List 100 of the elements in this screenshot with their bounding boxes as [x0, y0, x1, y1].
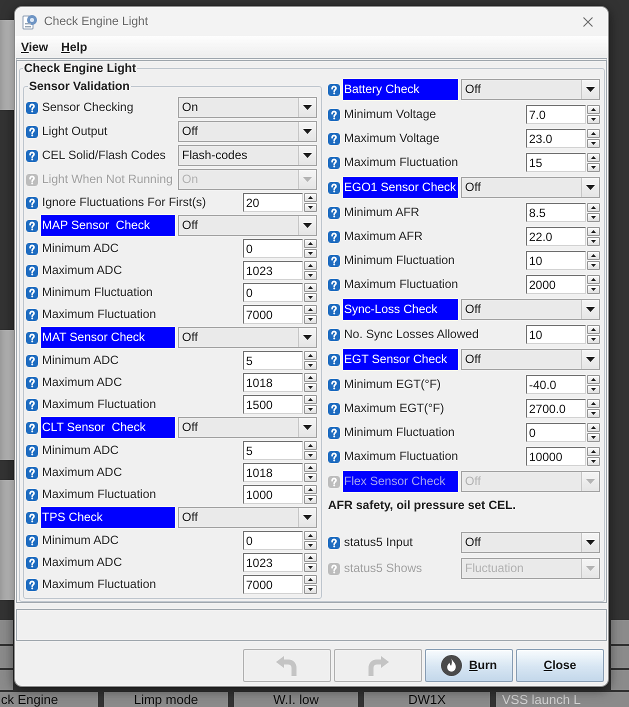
number-field[interactable]: 23.0 [526, 129, 586, 148]
help-icon[interactable] [328, 206, 340, 218]
increment-button[interactable] [587, 203, 600, 212]
increment-button[interactable] [587, 375, 600, 384]
menu-item[interactable]: View [20, 39, 50, 55]
decrement-button[interactable] [587, 433, 600, 442]
dropdown[interactable]: Off [461, 349, 600, 370]
help-icon[interactable] [328, 328, 340, 340]
number-field[interactable]: 1023 [243, 261, 303, 280]
number-field[interactable]: 8.5 [526, 203, 586, 222]
increment-button[interactable] [587, 399, 600, 408]
help-icon[interactable] [26, 242, 38, 254]
help-icon[interactable] [26, 150, 38, 162]
help-icon[interactable] [26, 556, 38, 568]
help-icon[interactable] [328, 536, 340, 548]
help-icon[interactable] [26, 534, 38, 546]
help-icon[interactable] [26, 488, 38, 500]
help-icon[interactable] [328, 230, 340, 242]
decrement-button[interactable] [304, 249, 317, 258]
increment-button[interactable] [587, 153, 600, 162]
help-icon[interactable] [328, 278, 340, 290]
number-field[interactable]: 1000 [243, 485, 303, 504]
help-icon[interactable] [328, 156, 340, 168]
increment-button[interactable] [304, 373, 317, 382]
increment-button[interactable] [304, 463, 317, 472]
help-icon[interactable] [328, 354, 340, 366]
help-icon[interactable] [26, 286, 38, 298]
decrement-button[interactable] [587, 115, 600, 124]
dropdown[interactable]: Off [461, 79, 600, 100]
decrement-button[interactable] [587, 261, 600, 270]
help-icon[interactable] [26, 196, 38, 208]
burn-button[interactable]: Burn [425, 649, 513, 682]
decrement-button[interactable] [304, 495, 317, 504]
increment-button[interactable] [304, 305, 317, 314]
close-button[interactable]: Close [516, 649, 604, 682]
dropdown[interactable]: Off [461, 177, 600, 198]
help-icon[interactable] [328, 402, 340, 414]
dropdown[interactable]: On [178, 97, 317, 118]
dropdown[interactable]: Off [178, 507, 317, 528]
number-field[interactable]: 7000 [243, 305, 303, 324]
decrement-button[interactable] [587, 163, 600, 172]
increment-button[interactable] [304, 553, 317, 562]
increment-button[interactable] [587, 105, 600, 114]
number-field[interactable]: 1023 [243, 553, 303, 572]
number-field[interactable]: 22.0 [526, 227, 586, 246]
increment-button[interactable] [304, 193, 317, 202]
help-icon[interactable] [328, 304, 340, 316]
help-icon[interactable] [328, 254, 340, 266]
help-icon[interactable] [328, 378, 340, 390]
number-field[interactable]: 0 [243, 239, 303, 258]
dropdown[interactable]: Off [178, 121, 317, 142]
increment-button[interactable] [304, 283, 317, 292]
help-icon[interactable] [26, 422, 38, 434]
increment-button[interactable] [304, 575, 317, 584]
decrement-button[interactable] [304, 473, 317, 482]
increment-button[interactable] [587, 251, 600, 260]
decrement-button[interactable] [304, 203, 317, 212]
help-icon[interactable] [328, 132, 340, 144]
increment-button[interactable] [304, 395, 317, 404]
number-field[interactable]: 1018 [243, 373, 303, 392]
help-icon[interactable] [26, 264, 38, 276]
decrement-button[interactable] [587, 409, 600, 418]
increment-button[interactable] [587, 325, 600, 334]
decrement-button[interactable] [587, 237, 600, 246]
increment-button[interactable] [304, 239, 317, 248]
number-field[interactable]: 7000 [243, 575, 303, 594]
help-icon[interactable] [26, 102, 38, 114]
help-icon[interactable] [26, 354, 38, 366]
help-icon[interactable] [328, 84, 340, 96]
dropdown[interactable]: Flash-codes [178, 145, 317, 166]
number-field[interactable]: 15 [526, 153, 586, 172]
decrement-button[interactable] [304, 361, 317, 370]
dropdown[interactable]: Off [461, 299, 600, 320]
decrement-button[interactable] [587, 335, 600, 344]
increment-button[interactable] [587, 227, 600, 236]
decrement-button[interactable] [304, 293, 317, 302]
decrement-button[interactable] [304, 585, 317, 594]
number-field[interactable]: 1500 [243, 395, 303, 414]
decrement-button[interactable] [304, 451, 317, 460]
increment-button[interactable] [587, 447, 600, 456]
increment-button[interactable] [304, 485, 317, 494]
decrement-button[interactable] [304, 405, 317, 414]
decrement-button[interactable] [304, 315, 317, 324]
dropdown[interactable]: Off [178, 327, 317, 348]
increment-button[interactable] [304, 441, 317, 450]
help-icon[interactable] [328, 108, 340, 120]
decrement-button[interactable] [304, 541, 317, 550]
decrement-button[interactable] [587, 139, 600, 148]
increment-button[interactable] [304, 351, 317, 360]
decrement-button[interactable] [587, 213, 600, 222]
help-icon[interactable] [26, 308, 38, 320]
menu-item[interactable]: Help [60, 39, 88, 55]
help-icon[interactable] [26, 220, 38, 232]
decrement-button[interactable] [587, 385, 600, 394]
increment-button[interactable] [304, 261, 317, 270]
increment-button[interactable] [304, 531, 317, 540]
number-field[interactable]: 10 [526, 325, 586, 344]
decrement-button[interactable] [587, 285, 600, 294]
help-icon[interactable] [26, 578, 38, 590]
number-field[interactable]: 7.0 [526, 105, 586, 124]
